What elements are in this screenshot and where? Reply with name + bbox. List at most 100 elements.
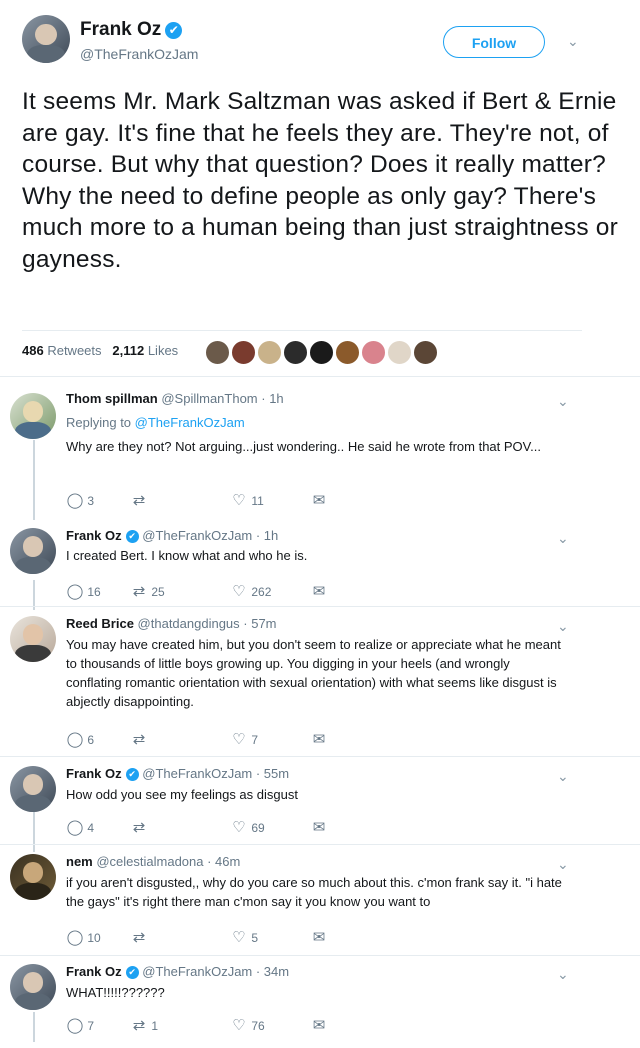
message-icon: ✉	[312, 1017, 326, 1034]
like-button[interactable]: ♡ 11	[230, 491, 264, 509]
chevron-down-icon[interactable]: ⌄	[557, 856, 569, 873]
author-avatar[interactable]	[22, 15, 70, 63]
like-icon: ♡	[232, 929, 246, 946]
avatar[interactable]	[361, 340, 386, 365]
avatar[interactable]	[10, 393, 56, 439]
reply-count: 3	[87, 494, 95, 508]
likes-label[interactable]: Likes	[148, 343, 178, 358]
reply-author-handle[interactable]: @TheFrankOzJam · 1h	[142, 528, 278, 543]
reply-button[interactable]: ◯ 16	[66, 582, 101, 600]
chevron-down-icon[interactable]: ⌄	[567, 33, 579, 50]
like-button[interactable]: ♡ 76	[230, 1016, 264, 1034]
message-button[interactable]: ✉	[310, 491, 328, 509]
tweet-text: It seems Mr. Mark Saltzman was asked if …	[22, 88, 618, 273]
reply-text: Why are they not? Not arguing...just won…	[66, 439, 541, 454]
avatar[interactable]	[309, 340, 334, 365]
like-icon: ♡	[232, 819, 246, 836]
like-icon: ♡	[232, 583, 246, 600]
reply-item[interactable]: Thom spillman @SpillmanThom · 1h ⌄ Reply…	[0, 385, 640, 520]
reply-author-handle[interactable]: @celestialmadona · 46m	[96, 854, 240, 869]
retweet-button[interactable]: ⇄	[130, 730, 148, 748]
like-count[interactable]: 2,112	[112, 343, 144, 358]
like-count: 11	[251, 494, 264, 508]
retweet-count: 1	[151, 1019, 159, 1033]
reply-icon: ◯	[66, 731, 84, 748]
avatar[interactable]	[231, 340, 256, 365]
chevron-down-icon[interactable]: ⌄	[557, 393, 569, 410]
like-button[interactable]: ♡ 5	[230, 928, 258, 946]
avatar[interactable]	[10, 766, 56, 812]
reply-author-name[interactable]: Thom spillman	[66, 391, 158, 406]
avatar[interactable]	[10, 616, 56, 662]
message-button[interactable]: ✉	[310, 582, 328, 600]
avatar[interactable]	[205, 340, 230, 365]
reply-text: WHAT!!!!!??????	[66, 985, 165, 1000]
retweet-button[interactable]: ⇄	[130, 491, 148, 509]
reply-author-name[interactable]: nem	[66, 854, 93, 869]
retweet-button[interactable]: ⇄	[130, 928, 148, 946]
retweet-icon: ⇄	[132, 731, 146, 748]
message-button[interactable]: ✉	[310, 1016, 328, 1034]
reply-count: 16	[87, 585, 101, 599]
like-button[interactable]: ♡ 69	[230, 818, 264, 836]
retweets-label[interactable]: Retweets	[47, 343, 101, 358]
reply-author-name[interactable]: Frank Oz	[66, 964, 122, 979]
reply-text: How odd you see my feelings as disgust	[66, 787, 298, 802]
chevron-down-icon[interactable]: ⌄	[557, 768, 569, 785]
avatar[interactable]	[387, 340, 412, 365]
retweet-icon: ⇄	[132, 819, 146, 836]
reply-button[interactable]: ◯ 6	[66, 730, 94, 748]
verified-icon: ✔	[125, 530, 139, 544]
retweet-count[interactable]: 486	[22, 343, 44, 358]
reply-author-name[interactable]: Reed Brice	[66, 616, 134, 631]
chevron-down-icon[interactable]: ⌄	[557, 530, 569, 547]
replying-to-link[interactable]: @TheFrankOzJam	[135, 415, 245, 430]
message-button[interactable]: ✉	[310, 928, 328, 946]
avatar[interactable]	[335, 340, 360, 365]
tweet-header: Frank Oz ✔ @TheFrankOzJam Follow ⌄	[0, 0, 640, 80]
chevron-down-icon[interactable]: ⌄	[557, 966, 569, 983]
reply-button[interactable]: ◯ 7	[66, 1016, 94, 1034]
reply-author-handle[interactable]: @SpillmanThom · 1h	[161, 391, 283, 406]
reply-author-handle[interactable]: @thatdangdingus · 57m	[138, 616, 277, 631]
like-count: 262	[251, 585, 272, 599]
like-count: 7	[251, 733, 259, 747]
reply-item[interactable]: Frank Oz ✔ @TheFrankOzJam · 34m ⌄ WHAT!!!…	[0, 956, 640, 1046]
reply-author-handle[interactable]: @TheFrankOzJam · 34m	[142, 964, 289, 979]
verified-icon: ✔	[125, 768, 139, 782]
reply-button[interactable]: ◯ 10	[66, 928, 101, 946]
reply-button[interactable]: ◯ 3	[66, 491, 94, 509]
reply-item[interactable]: Frank Oz ✔ @TheFrankOzJam · 55m ⌄ How odd…	[0, 758, 640, 844]
retweet-icon: ⇄	[132, 929, 146, 946]
chevron-down-icon[interactable]: ⌄	[557, 618, 569, 635]
like-button[interactable]: ♡ 7	[230, 730, 258, 748]
retweet-button[interactable]: ⇄ 25	[130, 582, 165, 600]
reply-icon: ◯	[66, 819, 84, 836]
reply-item[interactable]: Frank Oz ✔ @TheFrankOzJam · 1h ⌄ I create…	[0, 520, 640, 608]
tweet-stats: 486 Retweets 2,112 Likes	[22, 343, 178, 358]
retweet-button[interactable]: ⇄	[130, 818, 148, 836]
avatar[interactable]	[283, 340, 308, 365]
reply-button[interactable]: ◯ 4	[66, 818, 94, 836]
author-name[interactable]: Frank Oz	[80, 19, 161, 40]
reply-author-name[interactable]: Frank Oz	[66, 528, 122, 543]
avatar[interactable]	[257, 340, 282, 365]
avatar[interactable]	[10, 528, 56, 574]
reply-author-name[interactable]: Frank Oz	[66, 766, 122, 781]
reply-item[interactable]: nem @celestialmadona · 46m ⌄ if you aren…	[0, 846, 640, 956]
retweet-button[interactable]: ⇄ 1	[130, 1016, 158, 1034]
retweet-icon: ⇄	[132, 583, 146, 600]
message-button[interactable]: ✉	[310, 818, 328, 836]
avatar[interactable]	[413, 340, 438, 365]
retweet-count: 25	[151, 585, 165, 599]
follow-button[interactable]: Follow	[443, 26, 545, 58]
reply-author-handle[interactable]: @TheFrankOzJam · 55m	[142, 766, 289, 781]
reply-item[interactable]: Reed Brice @thatdangdingus · 57m ⌄ You m…	[0, 608, 640, 756]
message-button[interactable]: ✉	[310, 730, 328, 748]
avatar[interactable]	[10, 854, 56, 900]
replying-prefix: Replying to	[66, 415, 135, 430]
reply-text: You may have created him, but you don't …	[66, 637, 561, 709]
like-button[interactable]: ♡ 262	[230, 582, 271, 600]
avatar[interactable]	[10, 964, 56, 1010]
author-handle[interactable]: @TheFrankOzJam	[80, 46, 198, 62]
